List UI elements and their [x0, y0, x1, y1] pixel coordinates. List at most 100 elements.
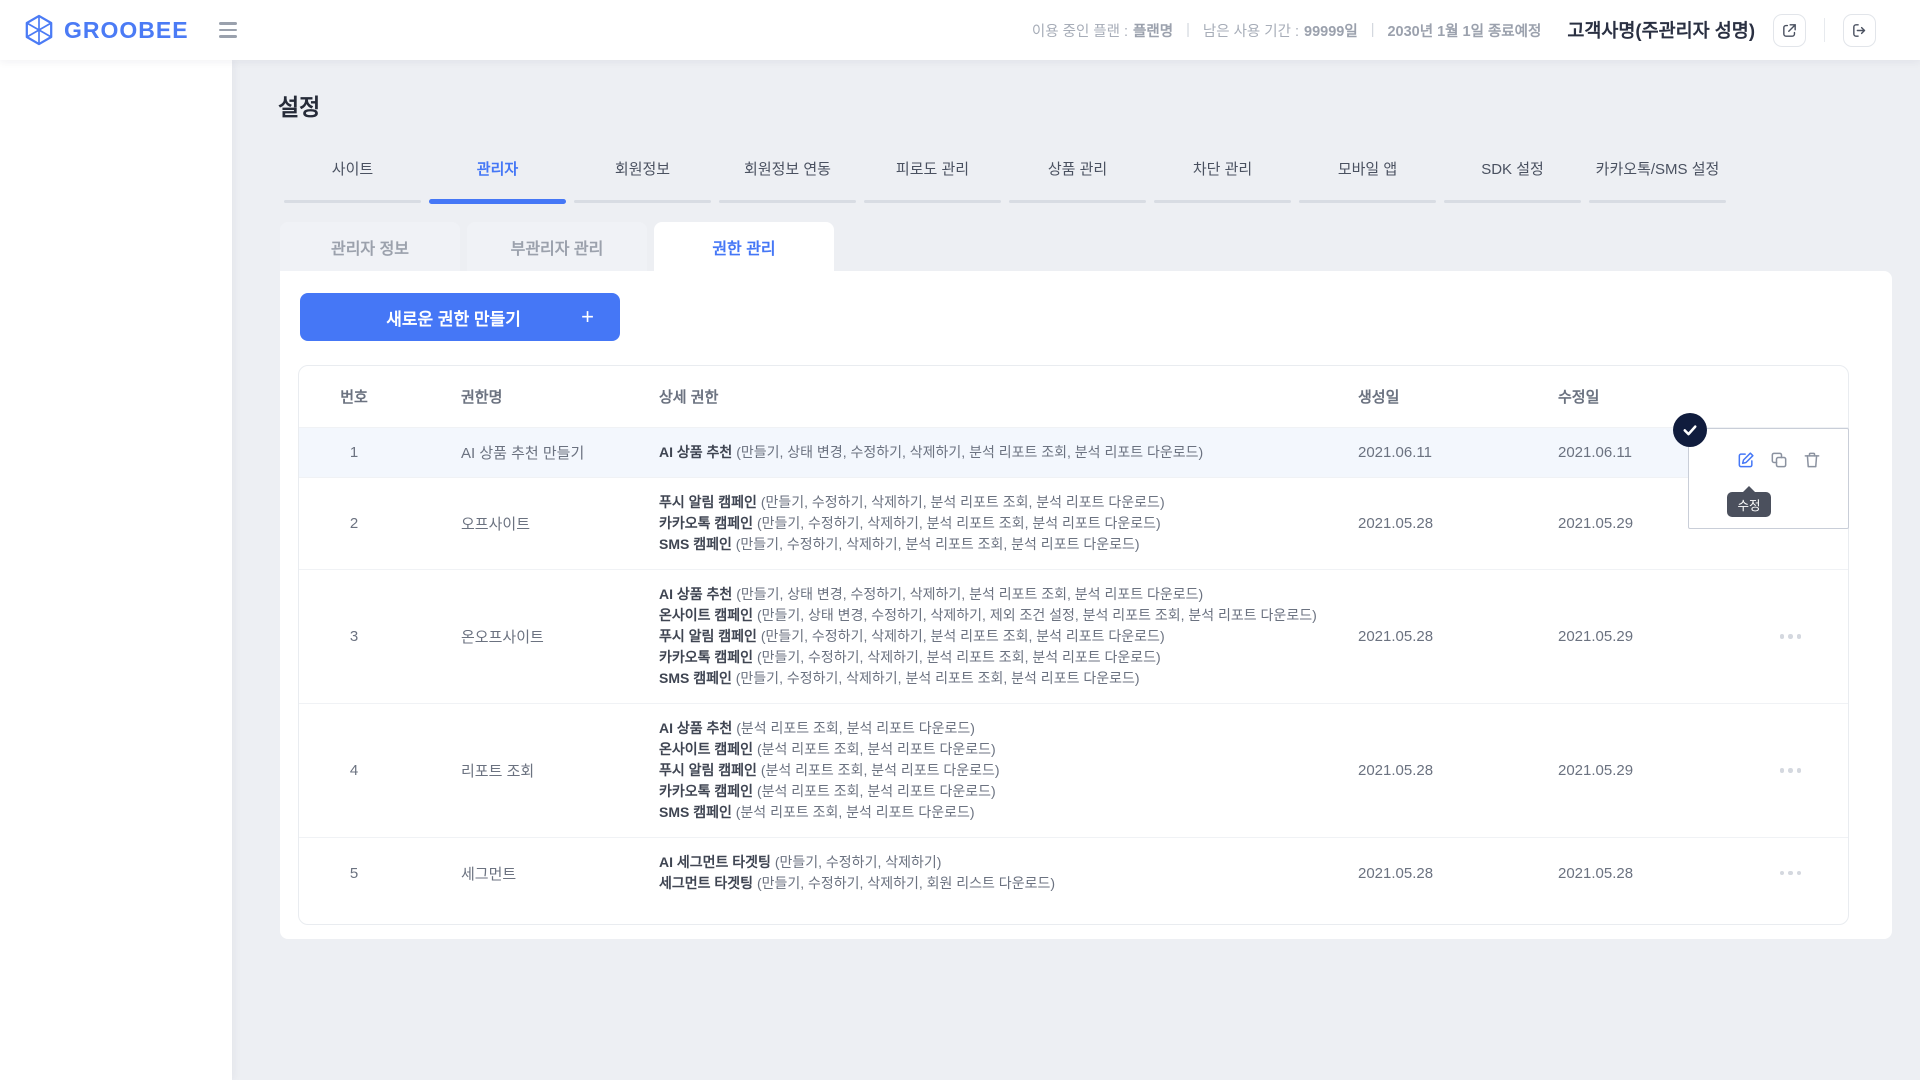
created-date: 2021.05.28	[1358, 762, 1558, 779]
selected-check-badge	[1673, 413, 1707, 447]
plan-value: 플랜명	[1133, 20, 1173, 41]
row-menu-button[interactable]	[1774, 628, 1808, 645]
row-menu-button[interactable]	[1774, 865, 1808, 882]
subtab-2[interactable]: 부관리자 관리	[467, 222, 647, 271]
created-date: 2021.05.28	[1358, 515, 1558, 532]
detail-line: 푸시 알림 캠페인 (만들기, 수정하기, 삭제하기, 분석 리포트 조회, 분…	[659, 626, 1334, 647]
tab-3[interactable]: 회원정보	[570, 158, 715, 203]
permission-details: AI 상품 추천 (만들기, 상태 변경, 수정하기, 삭제하기, 분석 리포트…	[659, 570, 1358, 703]
tab-7[interactable]: 차단 관리	[1150, 158, 1295, 203]
permissions-panel: 새로운 권한 만들기 + 번호권한명상세 권한생성일수정일 1AI 상품 추천 …	[280, 271, 1892, 939]
logo-link[interactable]: GROOBEE	[24, 14, 189, 46]
plus-icon: +	[581, 306, 594, 328]
updated-date: 2021.05.29	[1558, 762, 1733, 779]
plan-info: 이용 중인 플랜 : 플랜명 | 남은 사용 기간 : 99999일 | 203…	[1032, 20, 1541, 41]
edit-tooltip-label: 수정	[1737, 495, 1760, 514]
main-content: 설정 사이트관리자회원정보회원정보 연동피로도 관리상품 관리차단 관리모바일 …	[232, 60, 1920, 1080]
subtab-1[interactable]: 관리자 정보	[280, 222, 460, 271]
column-header: 상세 권한	[659, 372, 1358, 421]
created-date: 2021.05.28	[1358, 628, 1558, 645]
permission-name: 세그먼트	[409, 863, 659, 884]
row-actions-popover: 수정	[1688, 428, 1849, 529]
permission-details: 푸시 알림 캠페인 (만들기, 수정하기, 삭제하기, 분석 리포트 조회, 분…	[659, 478, 1358, 569]
detail-line: 카카오톡 캠페인 (만들기, 수정하기, 삭제하기, 분석 리포트 조회, 분석…	[659, 647, 1334, 668]
table-row[interactable]: 1AI 상품 추천 만들기AI 상품 추천 (만들기, 상태 변경, 수정하기,…	[299, 427, 1848, 477]
permission-details: AI 상품 추천 (분석 리포트 조회, 분석 리포트 다운로드)온사이트 캠페…	[659, 704, 1358, 837]
column-header: 생성일	[1358, 386, 1558, 407]
table-row[interactable]: 5세그먼트AI 세그먼트 타겟팅 (만들기, 수정하기, 삭제하기)세그먼트 타…	[299, 837, 1848, 908]
detail-line: AI 상품 추천 (만들기, 상태 변경, 수정하기, 삭제하기, 분석 리포트…	[659, 442, 1334, 463]
plan-label: 이용 중인 플랜 :	[1032, 20, 1128, 41]
detail-line: SMS 캠페인 (만들기, 수정하기, 삭제하기, 분석 리포트 조회, 분석 …	[659, 534, 1334, 555]
row-number: 4	[299, 762, 409, 779]
admin-subtabs: 관리자 정보부관리자 관리권한 관리	[280, 222, 834, 271]
external-link-icon	[1781, 22, 1798, 39]
row-number: 5	[299, 865, 409, 882]
new-permission-label: 새로운 권한 만들기	[326, 305, 581, 330]
row-number: 1	[299, 444, 409, 461]
tab-10[interactable]: 카카오톡/SMS 설정	[1585, 158, 1730, 203]
created-date: 2021.06.11	[1358, 444, 1558, 461]
new-permission-button[interactable]: 새로운 권한 만들기 +	[300, 293, 620, 341]
divider: |	[1371, 22, 1375, 38]
groobee-logo-icon	[24, 14, 54, 46]
tab-1[interactable]: 사이트	[280, 158, 425, 203]
permission-name: 리포트 조회	[409, 760, 659, 781]
column-header: 권한명	[409, 386, 659, 407]
tab-9[interactable]: SDK 설정	[1440, 158, 1585, 203]
table-header: 번호권한명상세 권한생성일수정일	[299, 366, 1848, 427]
detail-line: 푸시 알림 캠페인 (분석 리포트 조회, 분석 리포트 다운로드)	[659, 760, 1334, 781]
tab-2[interactable]: 관리자	[425, 158, 570, 203]
tab-5[interactable]: 피로도 관리	[860, 158, 1005, 203]
detail-line: 카카오톡 캠페인 (분석 리포트 조회, 분석 리포트 다운로드)	[659, 781, 1334, 802]
detail-line: 온사이트 캠페인 (만들기, 상태 변경, 수정하기, 삭제하기, 제외 조건 …	[659, 605, 1334, 626]
permission-name: AI 상품 추천 만들기	[409, 442, 659, 463]
divider	[1824, 18, 1825, 42]
period-value: 99999일	[1304, 20, 1358, 41]
edit-tooltip: 수정	[1727, 492, 1771, 517]
duplicate-button[interactable]	[1769, 450, 1789, 470]
tab-6[interactable]: 상품 관리	[1005, 158, 1150, 203]
table-footer	[299, 908, 1848, 924]
permission-name: 오프사이트	[409, 513, 659, 534]
detail-line: AI 세그먼트 타겟팅 (만들기, 수정하기, 삭제하기)	[659, 852, 1334, 873]
edit-button[interactable]	[1736, 450, 1756, 470]
row-number: 3	[299, 628, 409, 645]
detail-line: SMS 캠페인 (만들기, 수정하기, 삭제하기, 분석 리포트 조회, 분석 …	[659, 668, 1334, 689]
permissions-table: 번호권한명상세 권한생성일수정일 1AI 상품 추천 만들기AI 상품 추천 (…	[298, 365, 1849, 925]
delete-button[interactable]	[1802, 450, 1822, 470]
row-actions-cell	[1733, 628, 1848, 645]
detail-line: 카카오톡 캠페인 (만들기, 수정하기, 삭제하기, 분석 리포트 조회, 분석…	[659, 513, 1334, 534]
row-actions-cell	[1733, 762, 1848, 779]
sidebar	[0, 60, 232, 1080]
logout-button[interactable]	[1843, 14, 1876, 47]
table-row[interactable]: 2오프사이트푸시 알림 캠페인 (만들기, 수정하기, 삭제하기, 분석 리포트…	[299, 477, 1848, 569]
detail-line: 세그먼트 타겟팅 (만들기, 수정하기, 삭제하기, 회원 리스트 다운로드)	[659, 873, 1334, 894]
row-actions-cell	[1733, 865, 1848, 882]
detail-line: 온사이트 캠페인 (분석 리포트 조회, 분석 리포트 다운로드)	[659, 739, 1334, 760]
divider: |	[1186, 22, 1190, 38]
tab-8[interactable]: 모바일 앱	[1295, 158, 1440, 203]
account-name: 고객사명(주관리자 성명)	[1567, 17, 1755, 43]
subtab-3[interactable]: 권한 관리	[654, 222, 834, 271]
permission-name: 온오프사이트	[409, 626, 659, 647]
detail-line: AI 상품 추천 (분석 리포트 조회, 분석 리포트 다운로드)	[659, 718, 1334, 739]
row-menu-button[interactable]	[1774, 762, 1808, 779]
period-label: 남은 사용 기간 :	[1203, 20, 1299, 41]
tab-4[interactable]: 회원정보 연동	[715, 158, 860, 203]
settings-tabs: 사이트관리자회원정보회원정보 연동피로도 관리상품 관리차단 관리모바일 앱SD…	[280, 158, 1730, 203]
menu-toggle-icon[interactable]	[219, 22, 237, 38]
detail-line: 푸시 알림 캠페인 (만들기, 수정하기, 삭제하기, 분석 리포트 조회, 분…	[659, 492, 1334, 513]
permission-details: AI 상품 추천 (만들기, 상태 변경, 수정하기, 삭제하기, 분석 리포트…	[659, 428, 1358, 477]
plan-expiry: 2030년 1월 1일 종료예정	[1387, 20, 1541, 41]
table-row[interactable]: 4리포트 조회AI 상품 추천 (분석 리포트 조회, 분석 리포트 다운로드)…	[299, 703, 1848, 837]
topbar: GROOBEE 이용 중인 플랜 : 플랜명 | 남은 사용 기간 : 9999…	[0, 0, 1920, 60]
table-row[interactable]: 3온오프사이트AI 상품 추천 (만들기, 상태 변경, 수정하기, 삭제하기,…	[299, 569, 1848, 703]
logout-icon	[1851, 22, 1868, 39]
created-date: 2021.05.28	[1358, 865, 1558, 882]
detail-line: AI 상품 추천 (만들기, 상태 변경, 수정하기, 삭제하기, 분석 리포트…	[659, 584, 1334, 605]
permission-details: AI 세그먼트 타겟팅 (만들기, 수정하기, 삭제하기)세그먼트 타겟팅 (만…	[659, 838, 1358, 908]
external-link-button[interactable]	[1773, 14, 1806, 47]
brand-name: GROOBEE	[64, 17, 189, 44]
updated-date: 2021.05.29	[1558, 628, 1733, 645]
